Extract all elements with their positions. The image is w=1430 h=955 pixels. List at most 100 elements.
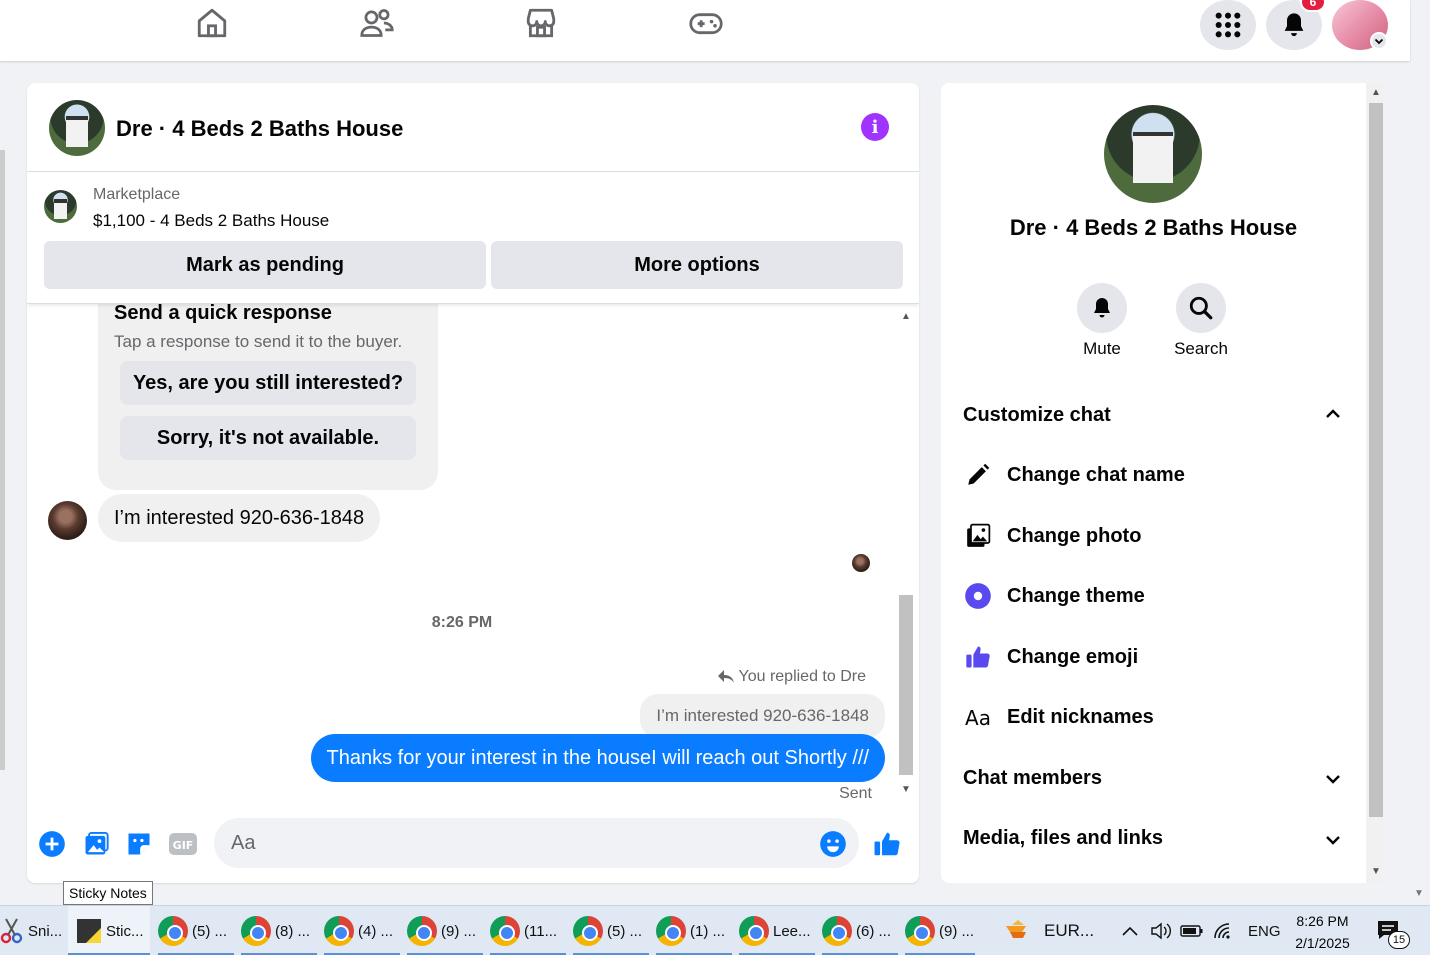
taskbar-snipping-tool[interactable]: Sni... bbox=[0, 906, 66, 955]
plus-icon[interactable] bbox=[37, 829, 67, 859]
photo-icon[interactable] bbox=[81, 829, 111, 859]
taskbar-label: (6) ... bbox=[856, 922, 892, 940]
quoted-message[interactable]: I’m interested 920-636-1848 bbox=[640, 694, 885, 738]
svg-text:GIF: GIF bbox=[173, 839, 194, 852]
change-chat-name-item[interactable]: Change chat name bbox=[963, 460, 1185, 490]
search-label: Search bbox=[1174, 339, 1228, 358]
emoji-icon[interactable] bbox=[818, 829, 848, 859]
taskbar-chrome-window[interactable]: (9) ... bbox=[407, 906, 483, 955]
change-chat-name-label: Change chat name bbox=[1007, 463, 1185, 486]
marketplace-icon[interactable] bbox=[521, 5, 561, 41]
chevron-up-icon[interactable] bbox=[1120, 924, 1140, 938]
taskbar-chrome-window[interactable]: (8) ... bbox=[241, 906, 317, 955]
listing-thumbnail[interactable] bbox=[44, 190, 77, 223]
edit-nicknames-label: Edit nicknames bbox=[1007, 705, 1154, 728]
reply-label: You replied to Dre bbox=[738, 668, 867, 685]
volume-icon[interactable] bbox=[1150, 921, 1174, 941]
currency-widget[interactable]: EUR... bbox=[1004, 906, 1094, 955]
profile-avatar[interactable] bbox=[1332, 0, 1388, 50]
change-photo-item[interactable]: Change photo bbox=[963, 521, 1141, 551]
change-theme-item[interactable]: Change theme bbox=[963, 581, 1145, 611]
edit-nicknames-item[interactable]: Aa Edit nicknames bbox=[963, 702, 1154, 732]
svg-text:Aa: Aa bbox=[965, 706, 991, 729]
taskbar-clock[interactable]: 8:26 PM 2/1/2025 bbox=[1285, 910, 1360, 954]
taskbar-chrome-window[interactable]: (5) ... bbox=[158, 906, 234, 955]
change-emoji-label: Change emoji bbox=[1007, 645, 1139, 668]
window-edge bbox=[0, 150, 5, 770]
chrome-icon bbox=[324, 916, 354, 946]
info-icon[interactable]: i bbox=[861, 113, 889, 141]
home-icon[interactable] bbox=[192, 5, 232, 41]
chat-scroll-thumb[interactable] bbox=[899, 595, 913, 775]
outgoing-message[interactable]: Thanks for your interest in the houseI w… bbox=[310, 734, 885, 782]
mute-button[interactable] bbox=[1077, 283, 1127, 333]
sticker-icon[interactable] bbox=[124, 829, 154, 859]
friends-icon[interactable] bbox=[357, 5, 397, 41]
quick-response-option[interactable]: Sorry, it's not available. bbox=[120, 416, 416, 460]
media-files-links-header[interactable]: Media, files and links bbox=[963, 827, 1163, 850]
notification-center-button[interactable]: 15 bbox=[1376, 906, 1410, 955]
taskbar-chrome-window[interactable]: Lee... bbox=[739, 906, 815, 955]
gaming-icon[interactable] bbox=[686, 5, 726, 41]
windows-taskbar: Sni... Stic... (5) ... (8) ... (4) ... (… bbox=[0, 905, 1430, 955]
taskbar-chrome-window[interactable]: (5) ... bbox=[573, 906, 649, 955]
message-list: Send a quick response Tap a response to … bbox=[27, 294, 919, 804]
quick-response-option[interactable]: Yes, are you still interested? bbox=[120, 361, 416, 405]
chrome-icon bbox=[241, 916, 271, 946]
taskbar-sticky-notes[interactable]: Stic... bbox=[68, 906, 150, 955]
sticky-notes-icon bbox=[77, 919, 101, 943]
like-icon[interactable] bbox=[872, 829, 902, 859]
taskbar-label: (8) ... bbox=[275, 922, 311, 940]
taskbar-chrome-window[interactable]: (1) ... bbox=[656, 906, 732, 955]
taskbar-label: Lee... bbox=[773, 922, 811, 940]
clock-time: 8:26 PM bbox=[1296, 913, 1349, 929]
chat-scrollbar[interactable]: ▲ ▼ bbox=[897, 311, 915, 801]
page-scroll-down-arrow[interactable]: ▼ bbox=[1414, 888, 1424, 899]
scissors-icon bbox=[0, 918, 23, 944]
conversation-photo[interactable] bbox=[1104, 105, 1202, 203]
text-aa-icon: Aa bbox=[963, 702, 993, 732]
incoming-message[interactable]: I’m interested 920-636-1848 bbox=[98, 494, 381, 542]
more-options-button[interactable]: More options bbox=[491, 241, 903, 289]
side-scroll-thumb[interactable] bbox=[1369, 103, 1383, 817]
menu-grid-icon[interactable] bbox=[1200, 0, 1256, 50]
taskbar-chrome-window[interactable]: (6) ... bbox=[822, 906, 898, 955]
notifications-button[interactable]: 6 bbox=[1266, 0, 1326, 50]
system-tray: ENG bbox=[1120, 906, 1281, 955]
currency-label: EUR... bbox=[1044, 921, 1095, 940]
theme-icon bbox=[963, 581, 993, 611]
taskbar-chrome-window[interactable]: (4) ... bbox=[324, 906, 400, 955]
language-indicator[interactable]: ENG bbox=[1248, 923, 1281, 940]
marketplace-label: Marketplace bbox=[93, 186, 181, 203]
chat-members-header[interactable]: Chat members bbox=[963, 767, 1102, 790]
taskbar-chrome-window[interactable]: (9) ... bbox=[905, 906, 975, 955]
mark-as-pending-button[interactable]: Mark as pending bbox=[44, 241, 486, 289]
side-panel-scrollbar[interactable]: ▲ ▼ bbox=[1366, 83, 1386, 883]
top-navigation: 6 bbox=[0, 0, 1410, 61]
wifi-icon[interactable] bbox=[1212, 921, 1236, 941]
change-photo-label: Change photo bbox=[1007, 524, 1142, 547]
message-input[interactable]: Aa bbox=[214, 818, 859, 868]
chevron-down-icon[interactable] bbox=[1323, 769, 1343, 789]
chat-avatar[interactable] bbox=[49, 100, 105, 156]
chat-title[interactable]: Dre · 4 Beds 2 Baths House bbox=[116, 116, 403, 142]
chevron-down-icon[interactable] bbox=[1323, 830, 1343, 850]
buyer-avatar[interactable] bbox=[48, 501, 87, 540]
chevron-up-icon[interactable] bbox=[1323, 404, 1343, 424]
customize-chat-header[interactable]: Customize chat bbox=[963, 404, 1111, 427]
composer-bar: GIF Aa bbox=[27, 817, 919, 873]
chat-header: Dre · 4 Beds 2 Baths House i bbox=[27, 83, 919, 172]
search-button[interactable] bbox=[1176, 283, 1226, 333]
change-emoji-item[interactable]: Change emoji bbox=[963, 642, 1138, 672]
change-theme-label: Change theme bbox=[1007, 584, 1145, 607]
listing-title[interactable]: $1,100 - 4 Beds 2 Baths House bbox=[93, 211, 329, 231]
message-status: Sent bbox=[839, 785, 872, 802]
battery-icon[interactable] bbox=[1180, 923, 1204, 939]
gif-icon[interactable]: GIF bbox=[168, 829, 198, 859]
chrome-icon bbox=[822, 916, 852, 946]
taskbar-label: (9) ... bbox=[939, 922, 975, 940]
taskbar-chrome-window[interactable]: (11... bbox=[490, 906, 566, 955]
chrome-icon bbox=[739, 916, 769, 946]
chrome-icon bbox=[490, 916, 520, 946]
chevron-down-icon bbox=[1370, 32, 1388, 50]
